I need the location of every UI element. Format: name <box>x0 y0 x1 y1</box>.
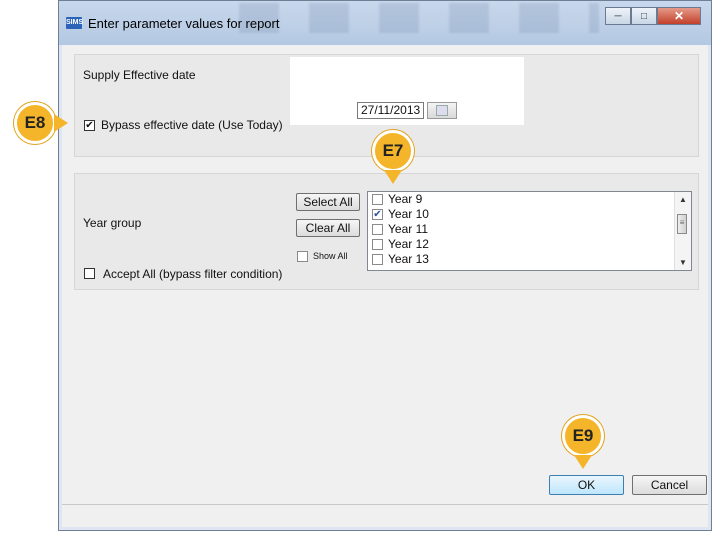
accept-all-label: Accept All (bypass filter condition) <box>103 267 283 281</box>
listbox-scrollbar[interactable]: ▲ ≡ ▼ <box>674 192 691 270</box>
report-parameter-dialog: SIMS Enter parameter values for report ─… <box>58 0 712 531</box>
select-all-button[interactable]: Select All <box>296 193 360 211</box>
year-11-checkbox[interactable] <box>372 224 383 235</box>
scroll-down-icon[interactable]: ▼ <box>679 258 687 267</box>
window-title: Enter parameter values for report <box>88 16 280 31</box>
list-item-label: Year 10 <box>388 207 429 221</box>
year-9-checkbox[interactable] <box>372 194 383 205</box>
list-item-label: Year 9 <box>388 192 423 206</box>
bypass-date-label: Bypass effective date (Use Today) <box>101 118 283 132</box>
sims-app-icon: SIMS <box>66 17 83 29</box>
list-item-label: Year 12 <box>388 237 429 251</box>
list-item-label: Year 11 <box>388 222 429 236</box>
annotation-e9-marker: E9 <box>562 415 604 457</box>
date-picker-button[interactable] <box>427 102 457 119</box>
accept-all-checkbox[interactable] <box>84 268 95 279</box>
status-bar <box>62 504 708 527</box>
show-all-checkbox[interactable] <box>297 251 308 262</box>
effective-date-input[interactable]: 27/11/2013 <box>357 102 424 119</box>
close-icon[interactable]: ✕ <box>657 7 701 25</box>
annotation-e7-pointer <box>384 170 402 184</box>
show-all-label: Show All <box>313 251 348 261</box>
annotation-e9-pointer <box>574 455 592 469</box>
background-blur <box>239 3 599 33</box>
cancel-button[interactable]: Cancel <box>632 475 707 495</box>
year-10-checkbox[interactable]: ✔ <box>372 209 383 220</box>
maximize-icon[interactable]: □ <box>631 7 657 25</box>
year-group-label: Year group <box>83 216 142 230</box>
dialog-client-area: Supply Effective date 27/11/2013 ✔ Bypas… <box>62 45 708 527</box>
scroll-up-icon[interactable]: ▲ <box>679 195 687 204</box>
year-group-listbox[interactable]: Year 9 ✔ Year 10 Year 11 Year 12 Year 13… <box>367 191 692 271</box>
scroll-thumb[interactable]: ≡ <box>677 214 687 234</box>
clear-all-button[interactable]: Clear All <box>296 219 360 237</box>
title-bar[interactable]: SIMS Enter parameter values for report ─… <box>59 1 711 45</box>
minimize-icon[interactable]: ─ <box>605 7 631 25</box>
calendar-icon <box>436 105 448 116</box>
year-12-checkbox[interactable] <box>372 239 383 250</box>
year-13-checkbox[interactable] <box>372 254 383 265</box>
list-item-label: Year 13 <box>388 252 429 266</box>
annotation-e8-pointer <box>54 114 68 132</box>
annotation-e8-marker: E8 <box>14 102 56 144</box>
bypass-date-checkbox[interactable]: ✔ <box>84 120 95 131</box>
annotation-e7-marker: E7 <box>372 130 414 172</box>
ok-button[interactable]: OK <box>549 475 624 495</box>
supply-effective-date-label: Supply Effective date <box>83 68 196 82</box>
